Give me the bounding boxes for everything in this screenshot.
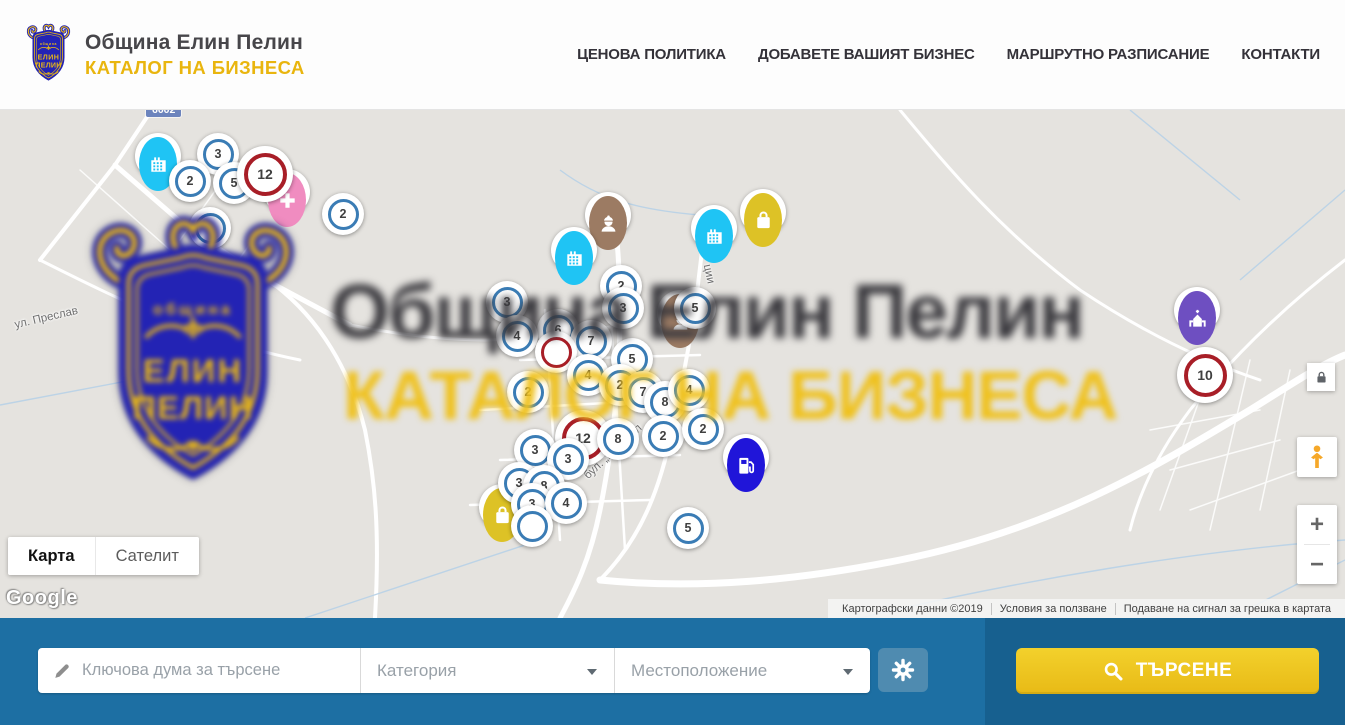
location-select[interactable]: Местоположение (614, 648, 870, 693)
keyword-field[interactable] (38, 648, 360, 693)
map-type-satellite-button[interactable]: Сателит (95, 537, 199, 575)
map-cluster-marker[interactable]: 3 (602, 287, 644, 329)
map-cluster-marker[interactable]: 4 (496, 315, 538, 357)
chevron-down-icon (587, 669, 597, 675)
cluster-markers-layer: 3251222353647542784222128333834510 (0, 110, 1345, 618)
map-cluster-marker[interactable]: 2 (169, 160, 211, 202)
map-canvas[interactable]: 6002ул. Преславциибул. „Новосел 32512223… (0, 110, 1345, 618)
lock-icon (1314, 370, 1329, 385)
site-header: Община Елин Пелин КАТАЛОГ НА БИЗНЕСА ЦЕН… (0, 0, 1345, 110)
map-attribution: Картографски данни ©2019Условия за ползв… (828, 599, 1345, 618)
search-icon (1103, 661, 1124, 682)
map-cluster-marker[interactable]: 2 (642, 415, 684, 457)
main-nav: ЦЕНОВА ПОЛИТИКА ДОБАВЕТЕ ВАШИЯТ БИЗНЕС МАР… (577, 46, 1320, 63)
map-cluster-marker[interactable]: 4 (668, 369, 710, 411)
nav-item[interactable]: МАРШРУТНО РАЗПИСАНИЕ (1007, 46, 1210, 63)
site-logo-link[interactable]: Община Елин Пелин КАТАЛОГ НА БИЗНЕСА (25, 23, 305, 87)
terms-link[interactable]: Условия за ползване (991, 603, 1115, 615)
map-cluster-marker[interactable]: 2 (682, 408, 724, 450)
zoom-out-button[interactable]: − (1297, 545, 1337, 584)
map-cluster-marker[interactable]: 8 (597, 418, 639, 460)
search-fields: Категория Местоположение (38, 648, 870, 693)
site-title: Община Елин Пелин (85, 31, 305, 55)
map-type-control: Карта Сателит (8, 537, 199, 575)
search-button-label: ТЪРСЕНЕ (1136, 660, 1233, 682)
gear-icon (891, 658, 915, 682)
site-subtitle: КАТАЛОГ НА БИЗНЕСА (85, 57, 305, 79)
chevron-down-icon (843, 669, 853, 675)
category-select[interactable]: Категория (360, 648, 614, 693)
search-button[interactable]: ТЪРСЕНЕ (1016, 648, 1319, 694)
pencil-icon (52, 661, 72, 681)
map-cluster-marker[interactable]: 5 (667, 507, 709, 549)
zoom-in-button[interactable]: + (1297, 505, 1337, 544)
nav-item[interactable]: КОНТАКТИ (1241, 46, 1320, 63)
category-select-label: Категория (377, 661, 456, 681)
map-cluster-marker[interactable]: 5 (674, 287, 716, 329)
zoom-control: + − (1297, 505, 1337, 584)
map-cluster-marker[interactable]: 10 (1177, 347, 1233, 403)
nav-item[interactable]: ЦЕНОВА ПОЛИТИКА (577, 46, 726, 63)
map-cluster-marker[interactable] (511, 505, 553, 547)
page: Община Елин Пелин КАТАЛОГ НА БИЗНЕСА ЦЕН… (0, 0, 1345, 725)
street-view-pegman-button[interactable] (1297, 437, 1337, 477)
map-type-map-button[interactable]: Карта (8, 537, 95, 575)
map-cluster-marker[interactable] (189, 207, 231, 249)
map-cluster-marker[interactable]: 2 (507, 371, 549, 413)
google-logo[interactable]: Google (6, 587, 78, 610)
location-select-label: Местоположение (631, 661, 767, 681)
municipality-crest-icon (25, 23, 72, 87)
map-cluster-marker[interactable]: 2 (322, 193, 364, 235)
advanced-settings-button[interactable] (878, 648, 928, 692)
attribution-copyright: Картографски данни ©2019 (834, 603, 991, 615)
map-cluster-marker[interactable]: 12 (237, 146, 293, 202)
search-bar: Категория Местоположение ТЪРСЕНЕ (0, 618, 1345, 725)
nav-item[interactable]: ДОБАВЕТЕ ВАШИЯТ БИЗНЕС (758, 46, 975, 63)
lock-button[interactable] (1307, 363, 1335, 391)
report-error-link[interactable]: Подаване на сигнал за грешка в картата (1115, 603, 1339, 615)
keyword-input[interactable] (82, 661, 332, 680)
pegman-icon (1306, 444, 1328, 470)
